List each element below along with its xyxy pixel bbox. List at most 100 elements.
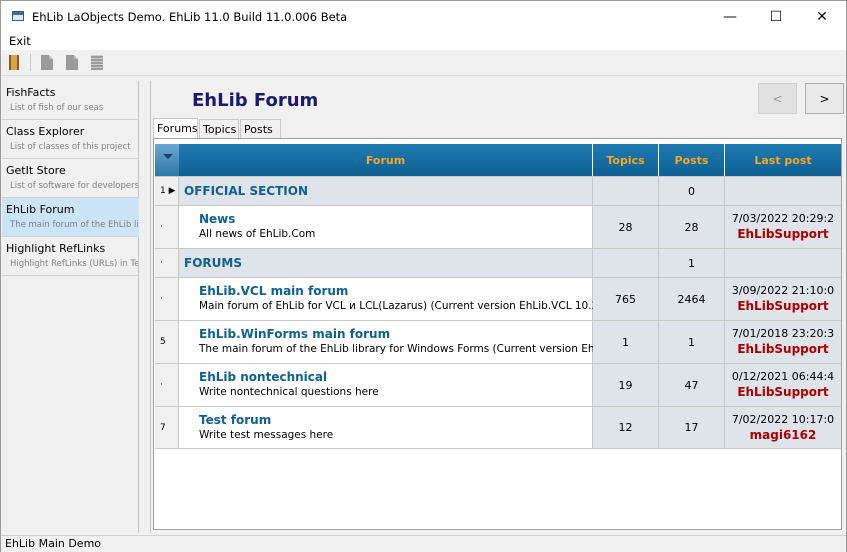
- row-indicator-label: ·: [160, 294, 163, 304]
- row-indicator-label: 1 ▶: [160, 186, 176, 196]
- section-title[interactable]: OFFICIAL SECTION: [184, 184, 308, 198]
- forum-grid: Forum Topics Posts Last post 1 ▶ OFFICIA…: [153, 138, 842, 530]
- last-post-date: 0/12/2021 06:44:4: [731, 370, 835, 383]
- forum-description: All news of EhLib.Com: [199, 228, 316, 240]
- topics-cell: 765: [593, 278, 659, 320]
- forum-cell: FORUMS: [179, 249, 593, 277]
- tab-topics[interactable]: Topics: [199, 119, 239, 138]
- row-indicator: 7: [155, 407, 179, 448]
- sidebar-item-subtitle: The main forum of the EhLib lib: [10, 220, 138, 230]
- topics-cell: [593, 249, 659, 277]
- forum-row[interactable]: · EhLib.VCL main forum Main forum of EhL…: [155, 277, 841, 320]
- last-post-cell: 3/09/2022 21:10:0 EhLibSupport: [725, 278, 841, 320]
- posts-cell: 0: [659, 177, 725, 205]
- sidebar-item-class-explorer[interactable]: Class Explorer List of classes of this p…: [2, 120, 139, 159]
- last-post-user[interactable]: EhLibSupport: [725, 342, 841, 356]
- forum-cell: EhLib nontechnical Write nontechnical qu…: [179, 364, 593, 406]
- app-icon: [12, 11, 24, 21]
- forum-cell: EhLib.WinForms main forum The main forum…: [179, 321, 593, 363]
- column-header-posts[interactable]: Posts: [659, 144, 725, 176]
- forum-row[interactable]: · EhLib nontechnical Write nontechnical …: [155, 363, 841, 406]
- forum-cell: EhLib.VCL main forum Main forum of EhLib…: [179, 278, 593, 320]
- close-button[interactable]: ✕: [799, 1, 845, 32]
- last-post-cell: 0/12/2021 06:44:4 EhLibSupport: [725, 364, 841, 406]
- forum-title-link[interactable]: News: [199, 212, 235, 226]
- sidebar-item-label: Highlight RefLinks: [6, 242, 106, 255]
- sidebar: FishFacts List of fish of our seas Class…: [2, 81, 139, 533]
- forum-cell: Test forum Write test messages here: [179, 407, 593, 448]
- last-post-cell: 7/01/2018 23:20:3 EhLibSupport: [725, 321, 841, 363]
- last-post-cell: [725, 177, 841, 205]
- status-text: EhLib Main Demo: [5, 537, 102, 550]
- posts-cell: 1: [659, 321, 725, 363]
- posts-cell: 2464: [659, 278, 725, 320]
- sidebar-item-highlight-reflinks[interactable]: Highlight RefLinks Highlight RefLinks (U…: [2, 237, 139, 276]
- topics-cell: [593, 177, 659, 205]
- sidebar-item-label: GetIt Store: [6, 164, 66, 177]
- menu-exit[interactable]: Exit: [9, 34, 31, 48]
- last-post-user[interactable]: magi6162: [725, 428, 841, 442]
- forum-description: Main forum of EhLib for VCL и LCL(Lazaru…: [199, 300, 593, 312]
- last-post-date: 7/01/2018 23:20:3: [731, 327, 835, 340]
- title-bar: EhLib LaObjects Demo. EhLib 11.0 Build 1…: [1, 1, 846, 32]
- topics-cell: 19: [593, 364, 659, 406]
- row-indicator: 5: [155, 321, 179, 363]
- topics-cell: 28: [593, 206, 659, 248]
- last-post-user[interactable]: EhLibSupport: [725, 385, 841, 399]
- forum-row[interactable]: 5 EhLib.WinForms main forum The main for…: [155, 320, 841, 363]
- forum-row[interactable]: · News All news of EhLib.Com 28 28 7/03/…: [155, 205, 841, 248]
- last-post-date: 7/03/2022 20:29:2: [731, 212, 835, 225]
- column-header-forum[interactable]: Forum: [179, 144, 593, 176]
- sidebar-item-fishfacts[interactable]: FishFacts List of fish of our seas: [2, 81, 139, 120]
- last-post-date: 3/09/2022 21:10:0: [731, 284, 835, 297]
- sidebar-item-label: FishFacts: [6, 86, 56, 99]
- posts-cell: 47: [659, 364, 725, 406]
- next-button[interactable]: >: [805, 83, 844, 114]
- section-title[interactable]: FORUMS: [184, 256, 242, 270]
- grid-icon[interactable]: [91, 55, 103, 70]
- tab-posts[interactable]: Posts: [240, 119, 281, 138]
- posts-cell: 1: [659, 249, 725, 277]
- sidebar-item-label: EhLib Forum: [6, 203, 75, 216]
- minimize-button[interactable]: —: [707, 1, 753, 32]
- row-indicator: ·: [155, 249, 179, 277]
- sidebar-item-subtitle: Highlight RefLinks (URLs) in Te: [10, 259, 138, 269]
- indicator-header[interactable]: [155, 144, 179, 176]
- last-post-user[interactable]: EhLibSupport: [725, 299, 841, 313]
- forum-row[interactable]: 7 Test forum Write test messages here 12…: [155, 406, 841, 449]
- column-header-topics[interactable]: Topics: [593, 144, 659, 176]
- status-bar: EhLib Main Demo: [1, 535, 846, 552]
- document-icon[interactable]: [41, 55, 53, 70]
- section-row[interactable]: 1 ▶ OFFICIAL SECTION 0: [155, 176, 841, 205]
- row-indicator-label: ·: [160, 258, 163, 268]
- row-indicator: 1 ▶: [155, 177, 179, 205]
- forum-description: Write test messages here: [199, 429, 334, 441]
- forum-cell: OFFICIAL SECTION: [179, 177, 593, 205]
- forum-cell: News All news of EhLib.Com: [179, 206, 593, 248]
- sidebar-item-subtitle: List of fish of our seas: [10, 103, 104, 113]
- forum-title-link[interactable]: Test forum: [199, 413, 271, 427]
- sidebar-item-ehlib-forum[interactable]: EhLib Forum The main forum of the EhLib …: [2, 198, 139, 237]
- sidebar-item-getit-store[interactable]: GetIt Store List of software for develop…: [2, 159, 139, 198]
- document-icon[interactable]: [66, 55, 78, 70]
- prev-button[interactable]: <: [758, 83, 797, 114]
- maximize-button[interactable]: ☐: [753, 1, 799, 32]
- forum-title-link[interactable]: EhLib nontechnical: [199, 370, 327, 384]
- forum-title-link[interactable]: EhLib.VCL main forum: [199, 284, 348, 298]
- column-header-last-post[interactable]: Last post: [725, 144, 841, 176]
- page-title: EhLib Forum: [192, 90, 319, 111]
- posts-cell: 17: [659, 407, 725, 448]
- topics-cell: 1: [593, 321, 659, 363]
- last-post-cell: 7/03/2022 20:29:2 EhLibSupport: [725, 206, 841, 248]
- app-window: EhLib LaObjects Demo. EhLib 11.0 Build 1…: [0, 0, 847, 552]
- forum-title-link[interactable]: EhLib.WinForms main forum: [199, 327, 390, 341]
- last-post-date: 7/02/2022 10:17:0: [731, 413, 835, 426]
- last-post-cell: [725, 249, 841, 277]
- row-indicator: ·: [155, 206, 179, 248]
- menu-bar: Exit: [1, 32, 846, 50]
- toolbar: [1, 50, 846, 76]
- tab-forums[interactable]: Forums: [153, 118, 198, 138]
- exit-door-icon[interactable]: [9, 55, 19, 70]
- section-row[interactable]: · FORUMS 1: [155, 248, 841, 277]
- last-post-user[interactable]: EhLibSupport: [725, 227, 841, 241]
